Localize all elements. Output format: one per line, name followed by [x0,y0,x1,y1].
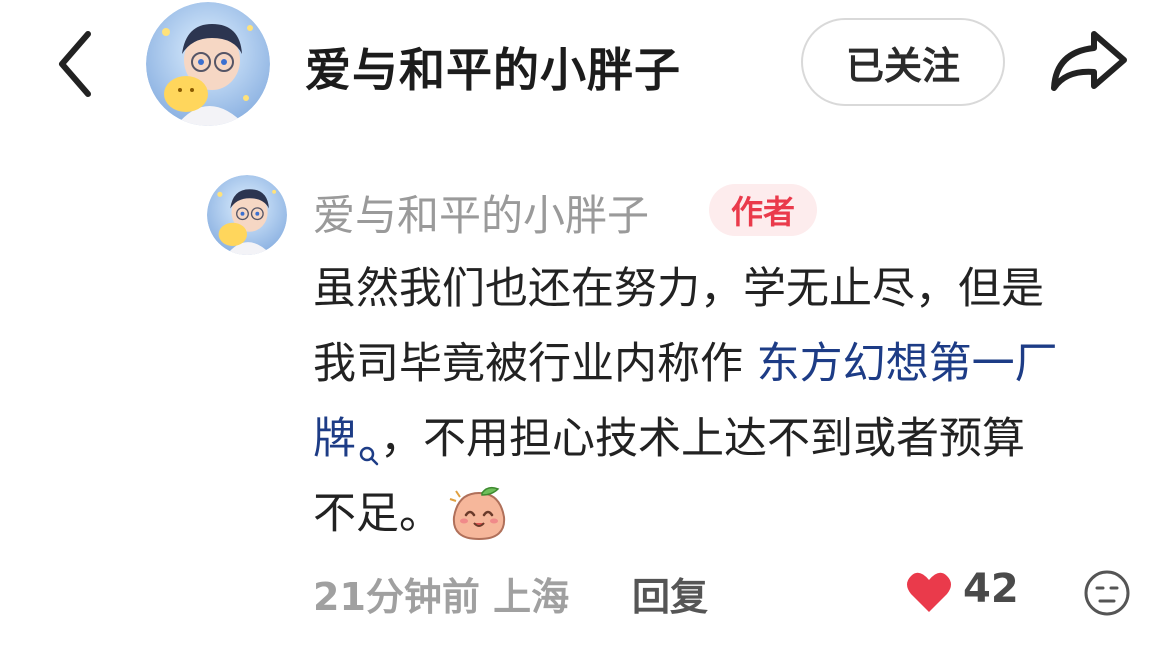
smiling-peach-emoji-icon [448,483,510,545]
search-keyword-link-part2[interactable]: 牌 [313,414,356,464]
follow-button[interactable]: 已关注 [801,18,1005,106]
comment-author-avatar[interactable] [207,175,287,255]
search-mini-icon[interactable] [358,416,380,466]
heart-icon [907,572,951,612]
comment-line-1: 虽然我们也还在努力，学无止尽，但是 [313,264,1044,314]
comment-line-4: 不足。 [313,477,1143,552]
comment-page: 爱与和平的小胖子 已关注 爱与和平的小胖子 作者 虽然我们也还在努力，学无止尽，… [0,0,1164,650]
comment-line-3-text: ，不用担心技术上达不到或者预算 [380,414,1025,464]
comment-line-4-text: 不足。 [313,489,442,539]
reaction-button[interactable] [1082,568,1132,618]
share-arrow-icon [1051,31,1127,91]
back-button[interactable] [52,28,100,100]
neutral-face-icon [1084,570,1130,616]
comment-time-location: 21分钟前 上海 [313,575,570,619]
like-count: 42 [963,566,1019,612]
comment-line-2-text: 我司毕竟被行业内称作 [313,339,757,389]
header-username[interactable]: 爱与和平的小胖子 [305,34,681,100]
comment-author-name[interactable]: 爱与和平的小胖子 [313,182,649,243]
user-avatar[interactable] [146,2,270,126]
comment-line-3: 牌 ，不用担心技术上达不到或者预算 [313,402,1143,477]
share-button[interactable] [1046,26,1130,96]
author-badge: 作者 [709,184,817,236]
chevron-left-icon [59,31,91,97]
avatar-illustration [146,2,270,126]
avatar-illustration-small [207,175,287,255]
comment-text: 虽然我们也还在努力，学无止尽，但是 我司毕竟被行业内称作 东方幻想第一厂 牌 ，不… [313,252,1143,552]
like-button[interactable] [905,568,953,616]
comment-line-2: 我司毕竟被行业内称作 东方幻想第一厂 [313,327,1143,402]
reply-button[interactable]: 回复 [632,566,708,621]
top-bar: 爱与和平的小胖子 已关注 [0,0,1164,135]
search-keyword-link-part1[interactable]: 东方幻想第一厂 [757,339,1058,389]
